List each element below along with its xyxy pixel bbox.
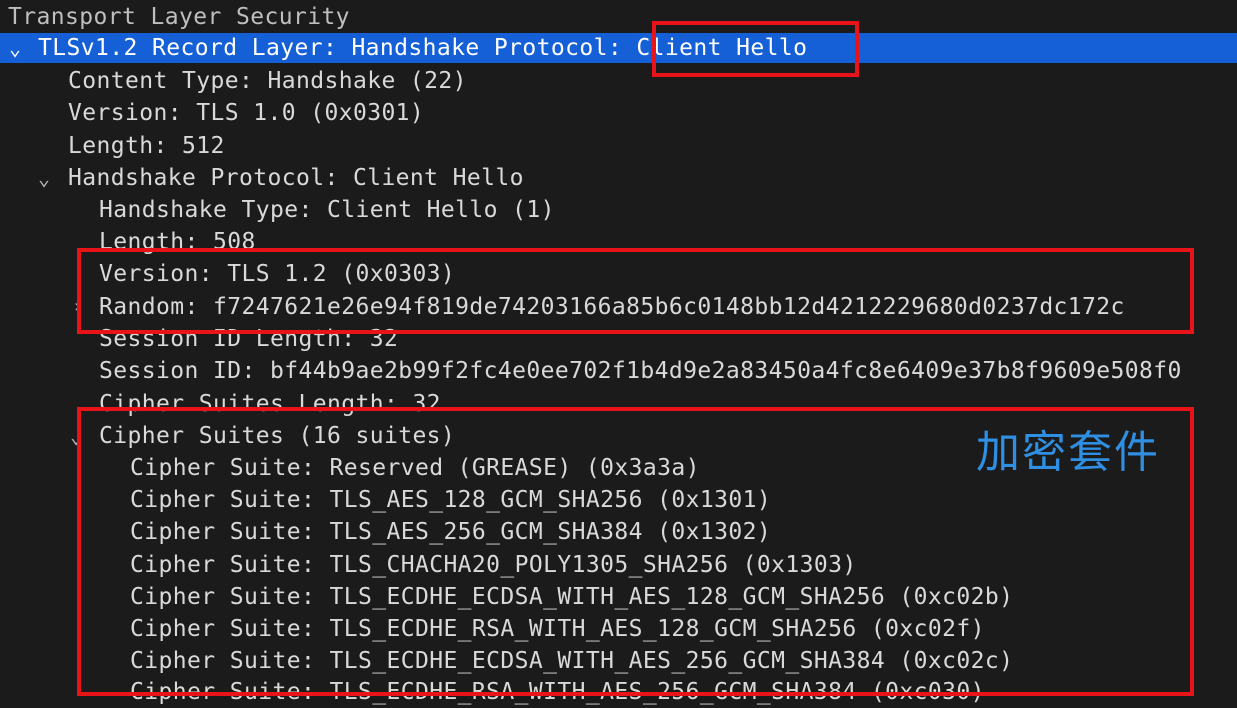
tree-row-cipher-suites-length[interactable]: Cipher Suites Length: 32 xyxy=(0,388,1237,420)
tree-row-label: Handshake Protocol: Client Hello xyxy=(68,165,524,191)
tree-row-handshake-type[interactable]: Handshake Type: Client Hello (1) xyxy=(0,194,1237,226)
tree-row-label: Handshake Type: Client Hello (1) xyxy=(99,197,555,223)
tree-row-label: Cipher Suite: TLS_AES_128_GCM_SHA256 (0x… xyxy=(130,487,772,513)
tree-row-content-type[interactable]: Content Type: Handshake (22) xyxy=(0,65,1237,97)
tree-row-label: Cipher Suites (16 suites) xyxy=(99,423,456,449)
tree-row-record-version[interactable]: Version: TLS 1.0 (0x0301) xyxy=(0,97,1237,129)
tree-row-cipher-suite[interactable]: Cipher Suite: TLS_ECDHE_RSA_WITH_AES_128… xyxy=(0,613,1237,645)
tree-row-label: Cipher Suite: TLS_ECDHE_RSA_WITH_AES_128… xyxy=(130,616,985,642)
tree-row-label: Cipher Suite: Reserved (GREASE) (0x3a3a) xyxy=(130,455,700,481)
tree-row-session-id[interactable]: Session ID: bf44b9ae2b99f2fc4e0ee702f1b4… xyxy=(0,355,1237,387)
tree-row-label: Session ID: bf44b9ae2b99f2fc4e0ee702f1b4… xyxy=(99,358,1182,384)
tree-row-cipher-suite[interactable]: Cipher Suite: TLS_ECDHE_ECDSA_WITH_AES_2… xyxy=(0,645,1237,677)
tree-row-label: Session ID Length: 32 xyxy=(99,326,399,352)
tree-row-cipher-suite[interactable]: Cipher Suite: TLS_AES_128_GCM_SHA256 (0x… xyxy=(0,484,1237,516)
chevron-right-icon[interactable]: › xyxy=(72,291,83,323)
tree-row-cipher-suite[interactable]: Cipher Suite: TLS_AES_256_GCM_SHA384 (0x… xyxy=(0,516,1237,548)
tree-row-handshake-length[interactable]: Length: 508 xyxy=(0,226,1237,258)
chevron-down-icon[interactable]: ⌄ xyxy=(70,420,82,452)
tree-row-handshake-protocol[interactable]: ⌄ Handshake Protocol: Client Hello xyxy=(0,162,1237,194)
tree-row-transport-layer-security[interactable]: Transport Layer Security xyxy=(0,1,1237,33)
tree-row-record-length[interactable]: Length: 512 xyxy=(0,130,1237,162)
tree-row-random[interactable]: › Random: f7247621e26e94f819de74203166a8… xyxy=(0,291,1237,323)
tree-row-label: Cipher Suite: TLS_AES_256_GCM_SHA384 (0x… xyxy=(130,519,772,545)
tree-row-record-layer[interactable]: ⌄ TLSv1.2 Record Layer: Handshake Protoc… xyxy=(0,33,1237,63)
tree-row-label: Version: TLS 1.2 (0x0303) xyxy=(99,261,456,287)
tree-row-label: Cipher Suite: TLS_CHACHA20_POLY1305_SHA2… xyxy=(130,552,857,578)
annotation-label: 加密套件 xyxy=(976,427,1160,478)
tree-row-label: TLSv1.2 Record Layer: Handshake Protocol… xyxy=(38,35,808,61)
packet-details-tree: Transport Layer Security ⌄ TLSv1.2 Recor… xyxy=(0,0,1237,705)
tree-row-label: Random: f7247621e26e94f819de74203166a85b… xyxy=(99,294,1125,320)
tree-row-handshake-version[interactable]: Version: TLS 1.2 (0x0303) xyxy=(0,258,1237,290)
tree-row-cipher-suite[interactable]: Cipher Suite: TLS_CHACHA20_POLY1305_SHA2… xyxy=(0,549,1237,581)
tree-row-label: Length: 508 xyxy=(99,229,256,255)
tree-row-label: Cipher Suites Length: 32 xyxy=(99,391,441,417)
tree-row-label: Version: TLS 1.0 (0x0301) xyxy=(68,100,425,126)
tree-row-session-id-length[interactable]: Session ID Length: 32 xyxy=(0,323,1237,355)
tree-row-label: Length: 512 xyxy=(68,133,225,159)
tree-row-label: Content Type: Handshake (22) xyxy=(68,68,467,94)
chevron-down-icon[interactable]: ⌄ xyxy=(9,33,21,63)
tree-row-label: Cipher Suite: TLS_ECDHE_RSA_WITH_AES_256… xyxy=(130,679,985,705)
tree-row-cipher-suite-partial[interactable]: Cipher Suite: TLS_ECDHE_RSA_WITH_AES_256… xyxy=(0,676,1237,708)
chevron-down-icon[interactable]: ⌄ xyxy=(38,162,50,194)
tree-row-label: Cipher Suite: TLS_ECDHE_ECDSA_WITH_AES_2… xyxy=(130,648,1014,674)
tree-row-label: Transport Layer Security xyxy=(8,4,350,30)
tree-row-label: Cipher Suite: TLS_ECDHE_ECDSA_WITH_AES_1… xyxy=(130,584,1014,610)
tree-row-cipher-suite[interactable]: Cipher Suite: TLS_ECDHE_ECDSA_WITH_AES_1… xyxy=(0,581,1237,613)
